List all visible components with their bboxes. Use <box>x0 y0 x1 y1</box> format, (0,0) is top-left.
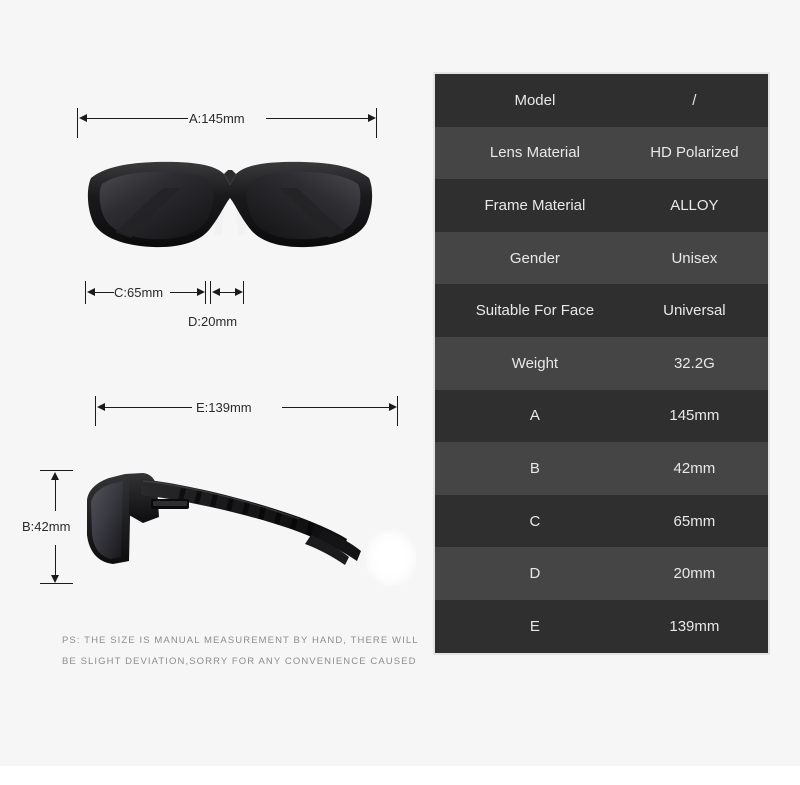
dimension-c-arrow-left-icon <box>87 288 95 296</box>
spec-row-key: E <box>529 617 540 635</box>
dimension-d-label: D:20mm <box>188 314 238 329</box>
dimension-a-line-left <box>84 118 188 119</box>
spec-row-value: HD Polarized <box>650 144 739 162</box>
dimension-d-arrow-right-icon <box>235 288 243 296</box>
spec-row: Lens Material HD Polarized <box>435 126 768 180</box>
dimension-d-cap-right <box>243 281 245 304</box>
highlight-glow <box>366 530 416 586</box>
dimension-b-arrow-down-icon <box>51 575 59 583</box>
spec-row: Gender Unisex <box>435 231 768 285</box>
product-spec-page: A:145mm C:65mm D:20mm E:139mm B:42mm PS:… <box>0 0 800 785</box>
sunglasses-side-view <box>85 465 365 575</box>
spec-row: A 145mm <box>435 389 768 443</box>
dimension-e-label: E:139mm <box>196 400 252 415</box>
spec-row-key: Gender <box>509 249 560 267</box>
disclaimer-line-2: BE SLIGHT DEVIATION,SORRY FOR ANY CONVEN… <box>62 656 417 667</box>
spec-row-key: Frame Material <box>484 196 586 214</box>
dimension-c-line-right <box>170 292 199 293</box>
dimension-a-line-right <box>266 118 370 119</box>
specification-table: Model / Lens Material HD Polarized Frame Mat… <box>433 72 770 655</box>
spec-row: D 20mm <box>435 547 768 600</box>
spec-row-value: 65mm <box>673 512 716 530</box>
spec-row: Weight 32.2G <box>435 336 768 390</box>
spec-row: E 139mm <box>435 599 768 653</box>
dimension-b-line-top <box>55 478 56 511</box>
spec-row: Suitable For Face Universal <box>435 284 768 337</box>
dimension-c-line-left <box>92 292 114 293</box>
spec-row-value: 42mm <box>673 459 716 477</box>
dimension-b-label: B:42mm <box>22 519 71 534</box>
spec-row: C 65mm <box>435 494 768 548</box>
dimension-a-cap-right <box>376 108 378 138</box>
page-background: A:145mm C:65mm D:20mm E:139mm B:42mm PS:… <box>0 0 800 766</box>
dimension-a-label: A:145mm <box>189 111 245 126</box>
dimension-e-arrow-right-icon <box>389 403 397 411</box>
spec-row-key: Model <box>514 91 556 109</box>
spec-row-value: ALLOY <box>670 196 719 214</box>
spec-row-key: B <box>529 459 540 477</box>
spec-row-value: Unisex <box>671 249 718 267</box>
dimension-e-cap-left <box>95 396 97 426</box>
dimension-b-line-bottom <box>55 545 56 575</box>
dimension-c-cap-right <box>205 281 207 304</box>
spec-row-value: 20mm <box>673 565 716 583</box>
dimension-d-arrow-left-icon <box>212 288 220 296</box>
spec-row: Model / <box>435 74 768 127</box>
spec-row: Frame Material ALLOY <box>435 179 768 232</box>
spec-row-value: 139mm <box>669 617 720 635</box>
spec-row-key: Weight <box>511 354 559 372</box>
dimension-e-cap-right <box>397 396 399 426</box>
dimension-b-arrow-up-icon <box>51 472 59 480</box>
dimension-a-cap-left <box>77 108 79 138</box>
spec-row-key: Lens Material <box>489 144 580 162</box>
spec-row-key: A <box>529 407 540 425</box>
dimension-a-arrow-left-icon <box>79 114 87 122</box>
dimension-e-line-right <box>282 407 390 408</box>
dimension-c-arrow-right-icon <box>197 288 205 296</box>
dimension-c-label: C:65mm <box>114 285 164 300</box>
dimension-a-arrow-right-icon <box>368 114 376 122</box>
dimension-b-cap-bottom <box>40 583 73 585</box>
disclaimer-line-1: PS: THE SIZE IS MANUAL MEASUREMENT BY HA… <box>62 635 419 646</box>
spec-row-key: D <box>529 565 541 583</box>
spec-row-value: 145mm <box>669 407 720 425</box>
sunglasses-front-view <box>85 158 375 258</box>
spec-row: B 42mm <box>435 442 768 495</box>
spec-row-key: Suitable For Face <box>475 302 595 320</box>
spec-row-key: C <box>529 512 541 530</box>
dimension-e-line-left <box>102 407 192 408</box>
dimension-e-arrow-left-icon <box>97 403 105 411</box>
spec-row-value: 32.2G <box>673 354 715 372</box>
spec-row-value: Universal <box>663 302 726 320</box>
spec-row-value: / <box>692 91 697 109</box>
